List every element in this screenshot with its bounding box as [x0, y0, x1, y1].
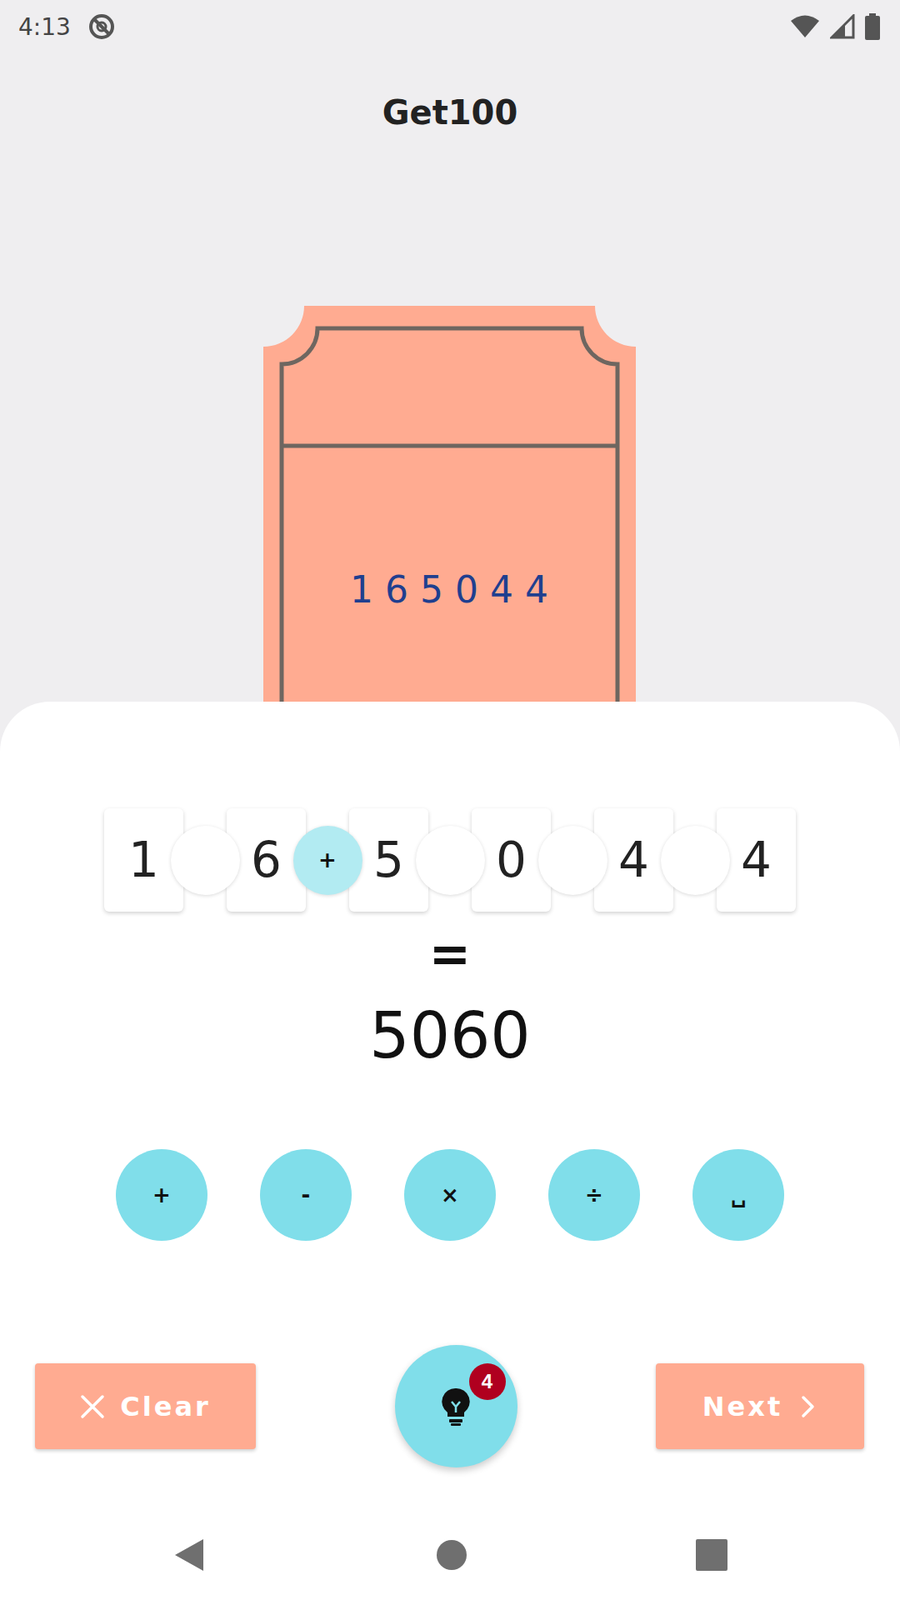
clear-button[interactable]: Clear — [35, 1363, 256, 1450]
operator-slot[interactable]: + — [293, 825, 363, 895]
operator-slot[interactable] — [415, 825, 485, 895]
app-bar: Get100 — [0, 53, 900, 170]
operator-button[interactable]: × — [404, 1149, 496, 1241]
signal-icon — [830, 14, 855, 40]
operator-slot[interactable] — [660, 825, 730, 895]
ticket-area: 1 6 5 0 4 4 — [0, 305, 900, 702]
lightbulb-icon — [439, 1386, 473, 1427]
wifi-icon — [790, 14, 820, 40]
operator-buttons: +-× ÷ ␣ — [115, 1149, 785, 1241]
screen: 4:13 Get100 1 6 5 0 4 4 1 6 +5 0 4 4 = 5… — [0, 0, 900, 1600]
home-icon[interactable] — [435, 1538, 469, 1572]
bottom-sheet: 1 6 +5 0 4 4 = 5060 +-×÷␣ Clear 4 Next — [0, 701, 900, 1600]
operator-button[interactable]: ÷ — [548, 1149, 640, 1241]
app-title: Get100 — [382, 90, 519, 135]
status-bar: 4:13 — [0, 0, 900, 54]
back-icon[interactable] — [171, 1536, 209, 1574]
battery-icon — [865, 13, 880, 40]
recents-icon[interactable] — [695, 1538, 729, 1572]
action-row: Clear 4 Next — [0, 1345, 900, 1468]
expression-row: 1 6 +5 0 4 4 — [104, 808, 796, 912]
status-time: 4:13 — [18, 13, 71, 41]
next-button[interactable]: Next — [655, 1363, 865, 1450]
ticket-number: 1 6 5 0 4 4 — [350, 568, 549, 611]
close-icon — [80, 1394, 105, 1420]
hint-button[interactable]: 4 — [395, 1345, 518, 1468]
operator-button[interactable]: ␣ — [692, 1149, 785, 1241]
ticket: 1 6 5 0 4 4 — [263, 305, 636, 702]
hint-count-badge: 4 — [469, 1363, 506, 1400]
result: 5060 — [369, 998, 530, 1074]
navigation-bar — [171, 1510, 729, 1600]
chevron-right-icon — [797, 1394, 818, 1420]
operator-button[interactable]: - — [260, 1149, 352, 1241]
operator-slot[interactable] — [170, 825, 240, 895]
operator-button[interactable]: + — [115, 1149, 208, 1241]
equals-sign: = — [429, 925, 471, 984]
operator-slot[interactable] — [538, 825, 608, 895]
data-saver-icon — [87, 12, 116, 41]
